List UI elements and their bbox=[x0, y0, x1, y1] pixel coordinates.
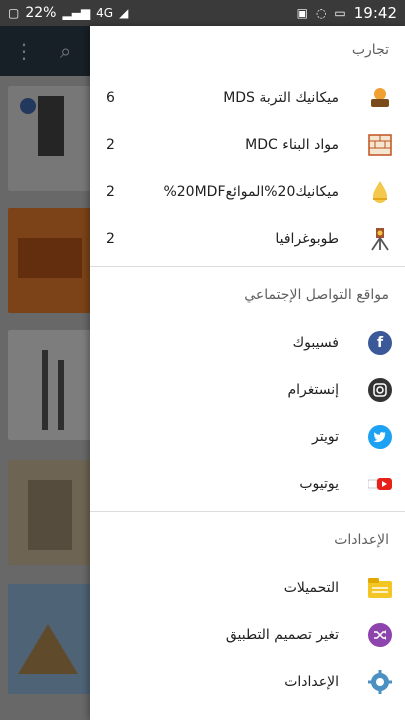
drawer-item-label: ميكانيك20%الموائع20MDF% bbox=[163, 183, 339, 200]
soil-mechanics-icon bbox=[367, 85, 393, 111]
drawer-item-instagram[interactable]: إنستغرام bbox=[90, 366, 405, 413]
drawer-item-label: مواد البناء MDC bbox=[245, 136, 339, 153]
settings-icon bbox=[367, 669, 393, 695]
drawer-item-label: طوبوغرافيا bbox=[275, 230, 339, 247]
shuffle-icon bbox=[367, 622, 393, 648]
item-count: 6 bbox=[106, 89, 115, 106]
drawer-item-twitter[interactable]: تويتر bbox=[90, 413, 405, 460]
divider bbox=[90, 266, 405, 267]
drawer-item-youtube[interactable]: يوتيوب bbox=[90, 460, 405, 507]
signal-icon: ▂▄▆ bbox=[62, 6, 91, 20]
drawer-item-label: تغير تصميم التطبيق bbox=[225, 626, 339, 643]
navigation-drawer: تجارب ميكانيك التربة MDS 6 مواد البناء M… bbox=[90, 26, 405, 720]
drawer-item-change-theme[interactable]: تغير تصميم التطبيق bbox=[90, 611, 405, 658]
fluid-mechanics-icon bbox=[367, 179, 393, 205]
status-bar: ▢ 22% ▂▄▆ 4G ◢ ▣ ◌ ▭ 19:42 bbox=[0, 0, 405, 26]
gallery-icon: ▣ bbox=[296, 6, 308, 20]
clock: 19:42 bbox=[353, 4, 397, 22]
topography-icon bbox=[367, 226, 393, 252]
drawer-item-facebook[interactable]: f فسيبوك bbox=[90, 319, 405, 366]
downloads-icon bbox=[367, 575, 393, 601]
twitter-icon bbox=[367, 424, 393, 450]
drawer-item-label: فسيبوك bbox=[292, 334, 339, 351]
battery-percent: 22% bbox=[25, 5, 57, 21]
section-title-settings: الإعدادات bbox=[334, 532, 389, 548]
drawer-item-topography[interactable]: طوبوغرافيا 2 bbox=[90, 215, 405, 262]
network-label: 4G bbox=[96, 6, 114, 20]
item-count: 2 bbox=[106, 136, 115, 153]
notification-icon: ▢ bbox=[8, 6, 20, 20]
drawer-item-label: الإعدادات bbox=[284, 673, 339, 690]
section-title-social: مواقع التواصل الإجتماعي bbox=[244, 287, 389, 303]
drawer-item-label: إنستغرام bbox=[287, 381, 339, 398]
drawer-item-soil-mechanics[interactable]: ميكانيك التربة MDS 6 bbox=[90, 74, 405, 121]
item-count: 2 bbox=[106, 183, 115, 200]
battery-icon: ▭ bbox=[334, 6, 346, 20]
drawer-item-fluid-mechanics[interactable]: ميكانيك20%الموائع20MDF% 2 bbox=[90, 168, 405, 215]
drawer-item-building-materials[interactable]: مواد البناء MDC 2 bbox=[90, 121, 405, 168]
section-title-experiments: تجارب bbox=[351, 42, 389, 58]
building-materials-icon bbox=[367, 132, 393, 158]
facebook-icon: f bbox=[367, 330, 393, 356]
sync-icon: ◌ bbox=[315, 6, 327, 20]
drawer-item-settings[interactable]: الإعدادات bbox=[90, 658, 405, 705]
drawer-item-label: تويتر bbox=[312, 428, 339, 445]
youtube-icon bbox=[367, 471, 393, 497]
drawer-item-label: ميكانيك التربة MDS bbox=[223, 89, 339, 106]
signal-strength-icon: ◢ bbox=[119, 6, 129, 20]
instagram-icon bbox=[367, 377, 393, 403]
drawer-item-downloads[interactable]: التحميلات bbox=[90, 564, 405, 611]
drawer-item-label: التحميلات bbox=[283, 579, 339, 596]
item-count: 2 bbox=[106, 230, 115, 247]
divider bbox=[90, 511, 405, 512]
drawer-item-label: يوتيوب bbox=[299, 475, 339, 492]
